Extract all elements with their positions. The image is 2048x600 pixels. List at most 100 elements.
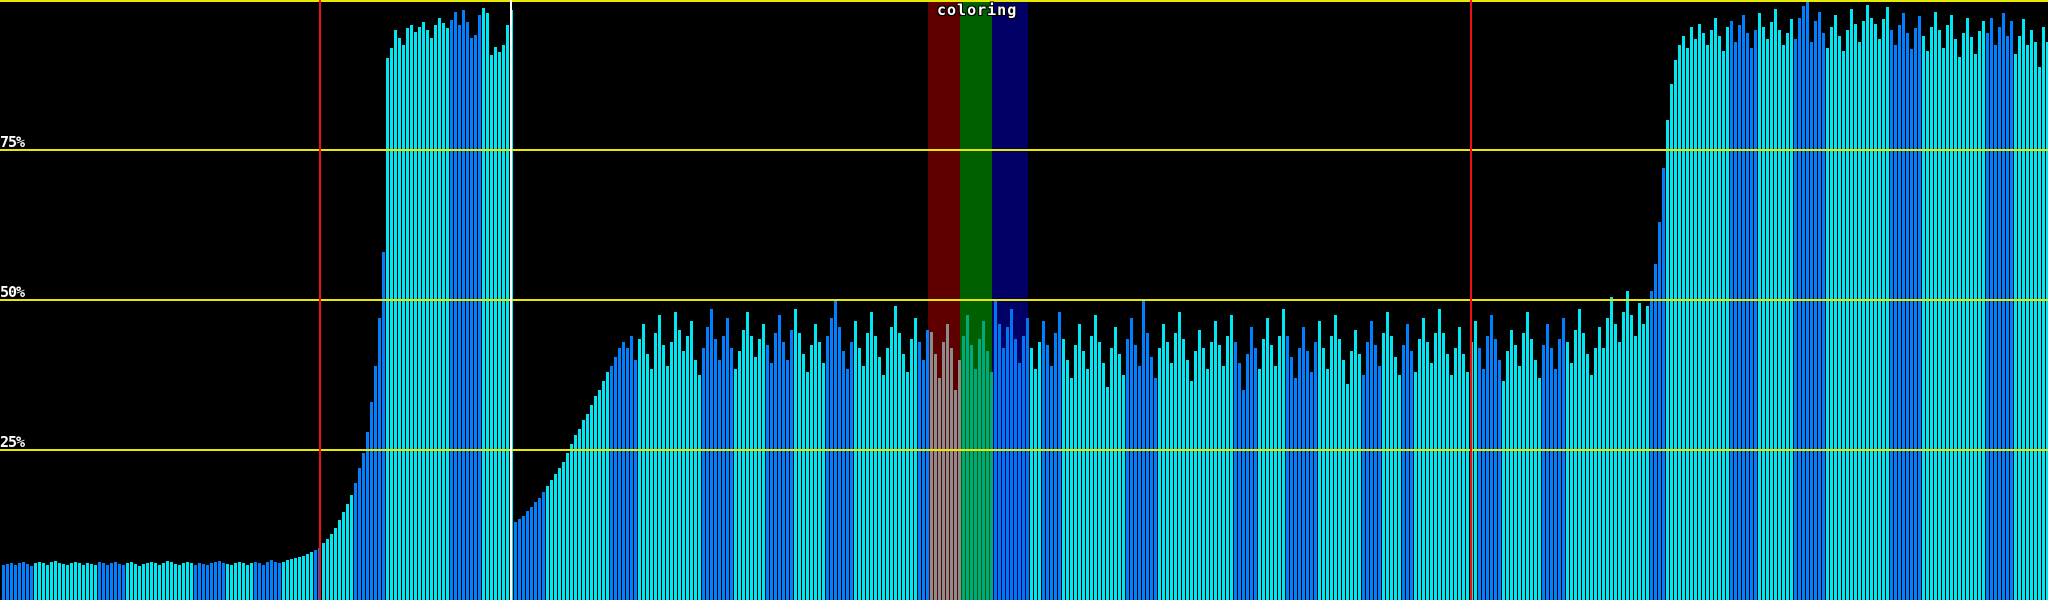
bar <box>314 550 317 600</box>
bar <box>762 324 765 600</box>
bar <box>98 562 101 600</box>
bar <box>1898 25 1901 600</box>
bar <box>622 342 625 600</box>
bar <box>1938 30 1941 600</box>
gridline-25 <box>0 449 2048 451</box>
bar <box>1854 24 1857 600</box>
bar <box>1330 336 1333 600</box>
bar <box>1262 339 1265 600</box>
bar <box>486 13 489 600</box>
bar <box>770 363 773 600</box>
bar <box>1926 51 1929 600</box>
bar <box>1090 336 1093 600</box>
bar <box>1950 15 1953 600</box>
bar <box>1622 312 1625 600</box>
bar <box>1930 27 1933 600</box>
bar <box>886 348 889 600</box>
bar <box>2022 19 2025 600</box>
bar <box>1794 39 1797 600</box>
bar <box>214 562 217 600</box>
bar <box>1910 49 1913 600</box>
bar <box>1398 375 1401 600</box>
bar <box>1054 333 1057 600</box>
bar <box>1310 372 1313 600</box>
bar <box>1166 342 1169 600</box>
bar <box>754 357 757 600</box>
bar <box>1802 6 1805 600</box>
bar <box>174 564 177 600</box>
bar <box>1538 378 1541 600</box>
bar <box>918 342 921 600</box>
bar <box>1626 291 1629 600</box>
bar <box>1118 354 1121 600</box>
bar <box>862 366 865 600</box>
bar <box>1106 387 1109 600</box>
bar <box>2 565 5 600</box>
bar <box>1258 369 1261 600</box>
bar <box>894 306 897 600</box>
bar <box>922 360 925 600</box>
bar <box>758 339 761 600</box>
bar <box>358 468 361 600</box>
bar <box>1254 348 1257 600</box>
bar <box>238 562 241 600</box>
bar <box>742 330 745 600</box>
bar <box>582 420 585 600</box>
bar <box>286 560 289 600</box>
bar <box>1078 324 1081 600</box>
bar <box>118 564 121 600</box>
bar <box>1518 366 1521 600</box>
bar <box>30 566 33 600</box>
bar <box>1138 366 1141 600</box>
bar <box>1790 19 1793 600</box>
bar <box>186 562 189 600</box>
bar <box>802 354 805 600</box>
bar <box>810 345 813 600</box>
bar <box>1986 33 1989 600</box>
bar <box>822 363 825 600</box>
bar <box>446 28 449 600</box>
bar <box>222 563 225 600</box>
bar <box>1906 33 1909 600</box>
bar <box>730 348 733 600</box>
bar <box>1010 309 1013 600</box>
bar <box>662 345 665 600</box>
bar <box>1026 318 1029 600</box>
bar <box>1494 339 1497 600</box>
bar <box>610 366 613 600</box>
bar <box>1014 339 1017 600</box>
bar <box>302 556 305 600</box>
bar <box>182 563 185 600</box>
bar <box>530 507 533 600</box>
bar <box>1758 13 1761 600</box>
bar <box>1726 27 1729 600</box>
bar <box>890 327 893 600</box>
bar <box>278 563 281 600</box>
bar <box>1678 45 1681 600</box>
bar <box>1082 351 1085 600</box>
bar <box>1070 378 1073 600</box>
bar <box>1694 39 1697 600</box>
bar <box>1170 363 1173 600</box>
bar <box>1266 318 1269 600</box>
bar <box>990 372 993 600</box>
bar <box>1882 19 1885 600</box>
bar <box>1150 357 1153 600</box>
bar <box>158 565 161 600</box>
bar <box>366 432 369 600</box>
y-axis-label-75: 75% <box>0 134 24 150</box>
bar <box>306 554 309 600</box>
bar <box>982 321 985 600</box>
bar <box>514 522 517 600</box>
bar <box>1410 351 1413 600</box>
bar <box>134 564 137 600</box>
bar <box>1246 354 1249 600</box>
bar <box>1974 54 1977 600</box>
bar <box>2030 30 2033 600</box>
bar <box>570 444 573 600</box>
bar <box>54 561 57 600</box>
bar <box>226 564 229 600</box>
bar <box>1890 30 1893 600</box>
bar <box>342 512 345 600</box>
bar <box>1942 48 1945 600</box>
